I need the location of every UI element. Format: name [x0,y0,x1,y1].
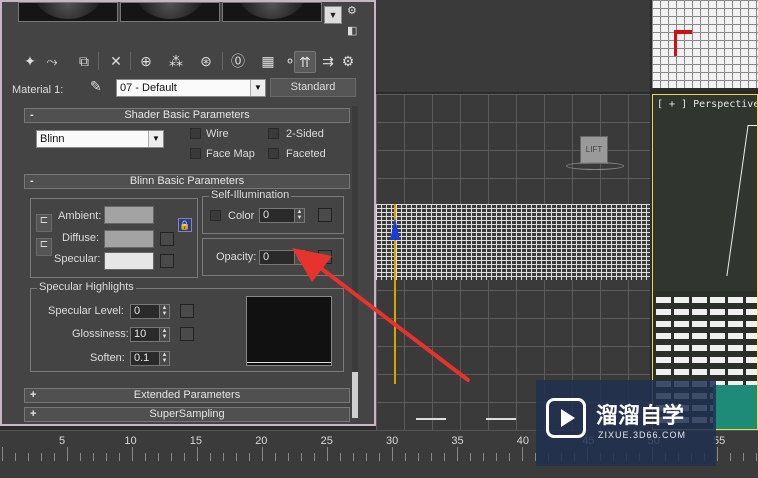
timeline-tick [457,447,458,461]
timeline-tick [483,453,484,461]
timeline-tick [509,453,510,461]
timeline-tick [431,453,432,461]
timeline-tick [210,453,211,461]
timeline-tick [522,447,523,461]
timeline-tick [106,453,107,461]
timeline-frame-label: 30 [386,435,399,447]
timeline-tick [249,453,250,461]
timeline-tick [340,453,341,461]
timeline-frame-label: 5 [59,435,66,447]
timeline-tick [288,453,289,461]
timeline-tick [418,453,419,461]
timeline-tick [275,453,276,461]
timeline-tick [80,453,81,461]
timeline-tick [158,453,159,461]
timeline-tick [353,453,354,461]
watermark: 溜溜自学 ZIXUE.3D66.COM [536,380,716,466]
timeline-tick [392,447,393,461]
timeline-tick [28,453,29,461]
timeline-tick [301,453,302,461]
timeline-tick [41,453,42,461]
timeline-tick [756,453,757,461]
timeline-tick [327,447,328,461]
watermark-brand: 溜溜自学 [596,404,685,429]
timeline-tick [379,453,380,461]
timeline-tick [444,453,445,461]
timeline-tick [171,453,172,461]
timeline-tick [119,453,120,461]
timeline-tick [717,447,718,461]
timeline-frame-label: 40 [516,435,530,447]
timeline-tick [145,453,146,461]
timeline-tick [184,453,185,461]
timeline-tick [405,453,406,461]
timeline-tick [93,453,94,461]
timeline-tick [15,453,16,461]
timeline-tick [67,447,68,461]
timeline-tick [496,453,497,461]
timeline-frame-label: 35 [451,435,464,447]
timeline-tick [470,453,471,461]
timeline-tick [262,447,263,461]
timeline-frame-label: 20 [255,435,268,447]
timeline-tick [223,453,224,461]
timeline-tick [314,453,315,461]
timeline-tick [730,453,731,461]
timeline-tick [197,447,198,461]
timeline-frame-label: 15 [189,435,203,447]
timeline-frame-label: 10 [124,435,137,447]
timeline-tick [236,453,237,461]
timeline-tick [132,447,133,461]
play-logo-icon [546,398,586,438]
timeline-tick [366,453,367,461]
timeline-frame-label: 25 [320,435,333,447]
timeline-tick [743,453,744,461]
timeline-tick [54,453,55,461]
timeline-tick [2,447,3,461]
watermark-url: ZIXUE.3D66.COM [598,430,687,440]
